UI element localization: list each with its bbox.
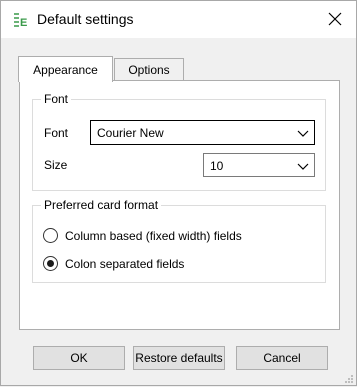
chevron-down-icon [297,161,309,171]
radio-button[interactable] [43,228,58,243]
close-icon [328,12,342,29]
font-select-value: Courier New [97,126,164,140]
font-label: Font [44,126,69,140]
ok-button[interactable]: OK [33,346,125,370]
dialog-window: E Default settings Appearance Options Fo… [0,0,357,386]
app-logo-icon: E [11,11,29,29]
tab-panel-appearance: Font Font Courier New Size 10 Preferred … [19,80,340,330]
font-select[interactable]: Courier New [90,120,315,145]
close-button[interactable] [319,5,351,35]
svg-text:E: E [20,17,27,29]
restore-defaults-button[interactable]: Restore defaults [133,346,225,370]
title-bar[interactable]: E Default settings [1,1,356,38]
radio-button[interactable] [43,256,58,271]
radio-label: Colon separated fields [65,256,185,271]
size-select[interactable]: 10 [203,153,315,177]
size-label: Size [44,158,68,172]
cancel-button[interactable]: Cancel [236,346,328,370]
radio-selected-dot [47,260,54,267]
tab-appearance[interactable]: Appearance [18,56,113,82]
radio-colon-separated[interactable]: Colon separated fields [43,256,184,271]
font-groupbox: Font Font Courier New Size 10 [32,92,326,191]
chevron-down-icon [297,128,309,138]
card-format-groupbox: Preferred card format Column based (fixe… [32,198,326,283]
tab-options[interactable]: Options [114,58,184,80]
card-format-group-title: Preferred card format [41,198,162,212]
font-group-title: Font [41,92,72,106]
size-select-value: 10 [210,159,224,173]
radio-label: Column based (fixed width) fields [65,228,242,243]
resize-grip-icon[interactable] [344,373,354,383]
radio-column-based[interactable]: Column based (fixed width) fields [43,228,242,243]
window-title: Default settings [37,11,134,27]
